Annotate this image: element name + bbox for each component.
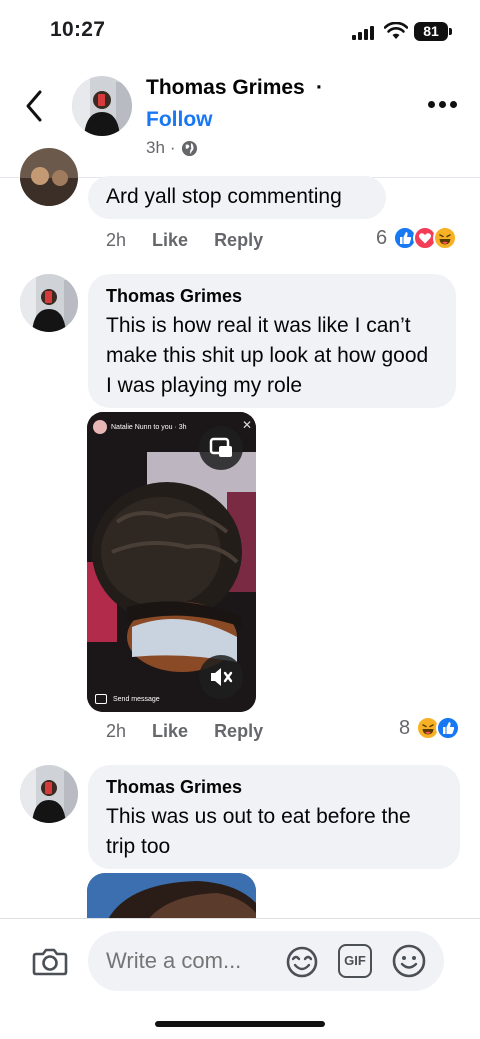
video-attachment[interactable]: Natalie Nunn to you · 3h ✕ Send message xyxy=(87,412,256,712)
camera-icon xyxy=(95,694,107,704)
comment-author[interactable]: Thomas Grimes xyxy=(106,777,442,798)
story-header-text: Natalie Nunn to you · 3h xyxy=(111,423,187,431)
story-author-avatar xyxy=(93,420,107,434)
comment-actions: 2h Like Reply xyxy=(106,721,263,742)
comment-avatar[interactable] xyxy=(20,148,78,206)
comment-avatar[interactable] xyxy=(20,274,78,332)
picture-in-picture-button[interactable] xyxy=(199,426,243,470)
home-indicator xyxy=(155,1021,325,1027)
mute-button[interactable] xyxy=(199,655,243,699)
reaction-summary[interactable]: 8 xyxy=(399,716,461,740)
gif-button[interactable]: GIF xyxy=(338,944,372,978)
send-message-text: Send message xyxy=(113,695,160,703)
send-message-bar: Send message xyxy=(95,694,160,704)
comment-bubble: Ard yall stop commenting xyxy=(88,176,386,219)
reaction-count: 8 xyxy=(399,716,411,739)
author-avatar[interactable] xyxy=(72,76,132,136)
comment-actions: 2h Like Reply xyxy=(106,230,263,251)
reaction-summary[interactable]: 6 xyxy=(376,226,458,250)
comment-time: 2h xyxy=(106,230,127,250)
author-name[interactable]: Thomas Grimes xyxy=(146,76,305,100)
comment-composer: GIF xyxy=(0,918,480,1039)
like-reaction-icon xyxy=(436,716,461,740)
comment-text: This is how real it was like I can’t mak… xyxy=(106,314,429,397)
close-icon: ✕ xyxy=(241,418,252,432)
haha-reaction-icon xyxy=(433,226,458,250)
comment-text: Ard yall stop commenting xyxy=(106,185,342,208)
reply-button[interactable]: Reply xyxy=(214,230,263,251)
status-time: 10:27 xyxy=(50,18,106,41)
comment-author[interactable]: Thomas Grimes xyxy=(106,286,438,307)
globe-icon xyxy=(181,140,197,156)
reply-button[interactable]: Reply xyxy=(214,721,263,742)
status-bar: 10:27 81 xyxy=(0,0,480,62)
follow-button[interactable]: Follow xyxy=(146,108,213,132)
story-header: Natalie Nunn to you · 3h xyxy=(93,420,187,434)
comment-avatar[interactable] xyxy=(20,765,78,823)
like-button[interactable]: Like xyxy=(152,721,188,742)
camera-icon[interactable] xyxy=(30,941,70,981)
comment-bubble: Thomas Grimes This was us out to eat bef… xyxy=(88,765,460,869)
like-button[interactable]: Like xyxy=(152,230,188,251)
comment-bubble: Thomas Grimes This is how real it was li… xyxy=(88,274,456,408)
comment-time: 2h xyxy=(106,721,127,741)
more-options-button[interactable] xyxy=(428,96,462,112)
reaction-count: 6 xyxy=(376,226,388,249)
wifi-icon xyxy=(384,22,408,39)
battery-tip xyxy=(449,28,452,35)
post-timestamp: 3h xyxy=(146,138,165,157)
sticker-icon[interactable] xyxy=(284,943,320,979)
name-separator: · xyxy=(316,76,323,99)
meta-separator: · xyxy=(169,138,176,157)
back-arrow-icon[interactable] xyxy=(20,88,50,124)
comment-text: This was us out to eat before the trip t… xyxy=(106,805,411,858)
battery-icon: 81 xyxy=(414,22,448,41)
image-attachment[interactable] xyxy=(87,873,256,921)
emoji-icon[interactable] xyxy=(391,943,427,979)
post-meta: 3h · xyxy=(146,138,198,158)
signal-icon xyxy=(352,26,376,40)
